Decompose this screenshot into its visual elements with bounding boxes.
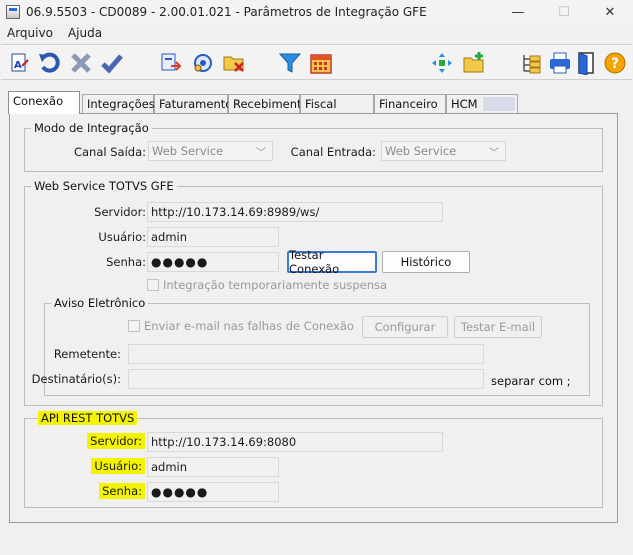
svg-text:?: ?: [611, 56, 619, 72]
tab-integracoes[interactable]: Integrações: [82, 94, 155, 113]
tab-label: Integrações: [87, 97, 155, 111]
tab-fiscal[interactable]: Fiscal: [300, 94, 374, 113]
api-senha-label: Senha:: [99, 483, 145, 499]
delete-folder-icon[interactable]: [221, 50, 247, 76]
group-title: Web Service TOTVS GFE: [31, 179, 177, 193]
checkbox-box[interactable]: [128, 320, 140, 332]
conexao-panel: Modo de Integração Canal Saída: Web Serv…: [9, 113, 618, 523]
window-controls: — ☐ ✕: [495, 0, 633, 24]
undo-icon[interactable]: [37, 50, 63, 76]
canal-saida-label: Canal Saída:: [73, 145, 146, 159]
window-title: 06.9.5503 - CD0089 - 2.00.01.021 - Parâm…: [26, 5, 427, 19]
app-icon: [6, 5, 20, 19]
chevron-down-icon: ﹀: [489, 148, 499, 159]
menu-arquivo[interactable]: Arquivo: [0, 26, 61, 40]
api-usuario-label: Usuário:: [91, 458, 145, 474]
destinatarios-field[interactable]: [128, 369, 484, 389]
suspensa-checkbox[interactable]: Integração temporariamente suspensa: [147, 278, 387, 292]
help-icon[interactable]: ?: [602, 50, 628, 76]
api-servidor-label: Servidor:: [87, 433, 145, 449]
chevron-down-icon: ﹀: [256, 148, 266, 159]
tree-view-icon[interactable]: [518, 50, 544, 76]
testar-conexao-button[interactable]: Testar Conexão: [287, 248, 377, 276]
usuario-field[interactable]: admin: [147, 227, 279, 247]
enviar-email-checkbox[interactable]: Enviar e-mail nas falhas de Conexão: [128, 319, 354, 333]
minimize-button[interactable]: —: [495, 0, 541, 24]
menu-bar: Arquivo Ajuda: [0, 24, 633, 42]
maximize-button[interactable]: ☐: [541, 0, 587, 24]
export-doc-icon[interactable]: [158, 50, 184, 76]
api-rest-group: API REST TOTVS Servidor: http://10.173.1…: [24, 411, 603, 508]
tab-filler: [483, 97, 515, 111]
separar-hint: separar com ;: [491, 374, 571, 388]
exit-door-icon[interactable]: [574, 50, 600, 76]
api-usuario-field[interactable]: admin: [147, 457, 279, 477]
close-button[interactable]: ✕: [587, 0, 633, 24]
edit-text-icon[interactable]: A: [7, 50, 33, 76]
destinatarios-label: Destinatário(s):: [31, 372, 121, 386]
api-servidor-field[interactable]: http://10.173.14.69:8080: [147, 432, 443, 452]
tab-recebimento[interactable]: Recebimento: [228, 94, 309, 113]
menu-ajuda[interactable]: Ajuda: [61, 26, 110, 40]
remetente-label: Remetente:: [53, 347, 121, 361]
move-arrows-icon[interactable]: [429, 50, 455, 76]
aviso-eletronico-group: Aviso Eletrônico Enviar e-mail nas falha…: [32, 296, 590, 396]
tab-label: Financeiro: [379, 97, 438, 111]
historico-button[interactable]: Histórico: [382, 251, 470, 273]
group-title: Modo de Integração: [31, 121, 152, 135]
svg-text:A: A: [14, 60, 22, 71]
checkbox-box[interactable]: [147, 279, 159, 291]
enviar-email-label: Enviar e-mail nas falhas de Conexão: [144, 319, 354, 333]
group-title: API REST TOTVS: [38, 411, 138, 425]
configurar-button[interactable]: Configurar: [362, 316, 448, 338]
tab-label: Conexão: [13, 94, 64, 108]
tab-label: Fiscal: [305, 97, 337, 111]
senha-field[interactable]: ●●●●●: [147, 252, 279, 272]
tab-hcm[interactable]: HCM: [446, 94, 518, 113]
tab-label: Recebimento: [233, 97, 309, 111]
toolbar: A ?: [1, 44, 632, 80]
confirm-check-icon[interactable]: [99, 50, 125, 76]
cancel-x-icon[interactable]: [68, 50, 94, 76]
canal-entrada-value: Web Service: [385, 144, 457, 158]
tab-label: HCM: [451, 97, 478, 111]
tab-label: Faturamento: [159, 97, 233, 111]
tab-faturamento[interactable]: Faturamento: [154, 94, 232, 113]
suspensa-label: Integração temporariamente suspensa: [163, 278, 388, 292]
web-service-group: Web Service TOTVS GFE Servidor: http://1…: [24, 179, 603, 406]
servidor-field[interactable]: http://10.173.14.69:8989/ws/: [147, 202, 443, 222]
canal-entrada-label: Canal Entrada:: [290, 145, 376, 159]
tab-conexao[interactable]: Conexão: [8, 91, 80, 114]
group-title: Aviso Eletrônico: [51, 296, 149, 310]
filter-funnel-icon[interactable]: [277, 50, 303, 76]
new-folder-icon[interactable]: [461, 50, 487, 76]
calendar-icon[interactable]: [308, 50, 334, 76]
canal-saida-select[interactable]: Web Service ﹀: [148, 141, 273, 161]
print-icon[interactable]: [547, 50, 573, 76]
testar-email-button[interactable]: Testar E-mail: [454, 316, 542, 338]
remetente-field[interactable]: [128, 344, 484, 364]
integration-gear-icon[interactable]: [190, 50, 216, 76]
senha-label: Senha:: [106, 255, 146, 269]
api-senha-field[interactable]: ●●●●●: [147, 482, 279, 502]
canal-saida-value: Web Service: [152, 144, 224, 158]
servidor-label: Servidor:: [94, 205, 146, 219]
tab-financeiro[interactable]: Financeiro: [374, 94, 446, 113]
modo-integracao-group: Modo de Integração Canal Saída: Web Serv…: [24, 121, 603, 172]
title-bar: 06.9.5503 - CD0089 - 2.00.01.021 - Parâm…: [0, 0, 633, 24]
usuario-label: Usuário:: [98, 230, 146, 244]
canal-entrada-select[interactable]: Web Service ﹀: [381, 141, 506, 161]
